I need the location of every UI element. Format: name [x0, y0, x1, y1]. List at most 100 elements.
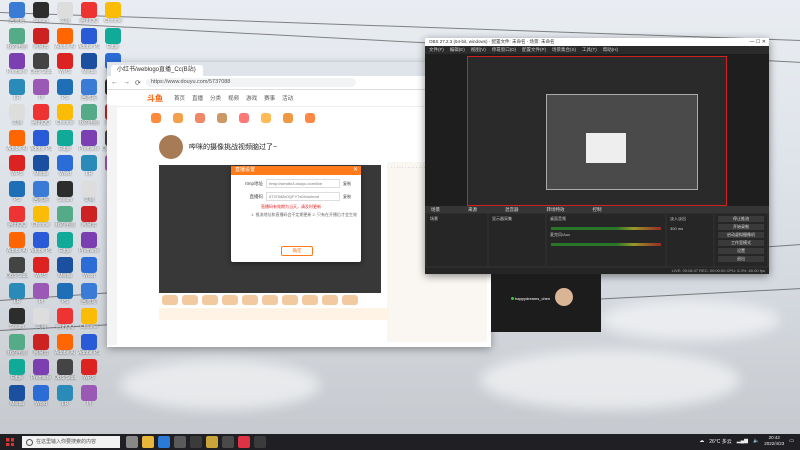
site-nav-item[interactable]: 视频	[228, 94, 239, 102]
obs-preview[interactable]	[467, 56, 727, 206]
desktop-icon[interactable]: LR	[6, 282, 28, 305]
desktop-icon[interactable]: PS	[54, 282, 76, 305]
desktop-icon[interactable]: Chrome	[30, 206, 52, 228]
gift-icon[interactable]	[342, 295, 358, 305]
desktop-icon[interactable]: Adobe PS	[78, 27, 100, 50]
desktop-icon[interactable]: 网易云	[78, 206, 100, 228]
desktop-icon[interactable]: 我的电脑	[78, 104, 100, 126]
desktop-icon[interactable]: 回收站	[78, 78, 100, 101]
desktop-icon[interactable]: 我的电脑	[6, 27, 28, 50]
desktop-icon[interactable]: Word	[78, 257, 100, 279]
desktop-icon[interactable]: Media	[30, 155, 52, 177]
virtual-camera-button[interactable]: 启动虚拟摄像机	[718, 232, 764, 238]
refresh-icon[interactable]: ⟳	[135, 79, 141, 87]
desktop-icon[interactable]: Adobe PS	[30, 129, 52, 152]
desktop-icon[interactable]: Media	[6, 384, 28, 407]
desktop-icon[interactable]: Edge	[6, 359, 28, 381]
windows-start-icon[interactable]	[6, 438, 14, 446]
scene-item[interactable]: 场景	[427, 214, 487, 224]
file-explorer-icon[interactable]	[142, 436, 154, 448]
menu-item[interactable]: 视图(V)	[471, 46, 486, 54]
desktop-icon[interactable]: 腾讯QQ	[78, 2, 100, 24]
confirm-button[interactable]: 确定	[281, 246, 313, 256]
browser-tab[interactable]: 小红书/weblogo直播_Cc(B站)	[111, 65, 203, 76]
app-icon[interactable]	[254, 436, 266, 448]
task-view-icon[interactable]	[126, 436, 138, 448]
notification-icon[interactable]: ▭	[789, 438, 794, 444]
desktop-icon[interactable]: 我的电脑	[54, 206, 76, 228]
desktop-icon[interactable]: WPS	[30, 257, 52, 279]
desktop-icon[interactable]: Pl	[78, 384, 100, 407]
desktop-icon[interactable]: LR	[78, 155, 100, 177]
desktop-icon[interactable]: 腾讯QQ	[30, 104, 52, 126]
gift-icon[interactable]	[222, 295, 238, 305]
desktop-icon[interactable]: Media	[54, 257, 76, 279]
avatar[interactable]	[159, 135, 183, 159]
stream-key-field[interactable]: 5737088rOQFY7s0Vwcteod	[266, 192, 340, 201]
site-nav-item[interactable]: 直播	[192, 94, 203, 102]
desktop-icon[interactable]: Word	[54, 155, 76, 177]
network-icon[interactable]: ▂▄▆	[737, 438, 748, 444]
menu-item[interactable]: 配置文件(P)	[522, 46, 546, 54]
desktop-icon[interactable]: 我的电脑	[6, 333, 28, 356]
desktop-icon[interactable]: PS	[6, 180, 28, 203]
desktop-icon[interactable]: Premiere	[78, 129, 100, 152]
exit-button[interactable]: 退出	[718, 256, 764, 262]
site-nav-item[interactable]: 游戏	[246, 94, 257, 102]
site-nav-item[interactable]: 赛事	[264, 94, 275, 102]
desktop-icon[interactable]: Steam	[54, 180, 76, 203]
desktop-icon[interactable]: Adobe PS	[78, 333, 100, 356]
app-icon[interactable]	[238, 436, 250, 448]
desktop-icon[interactable]: 文档	[54, 2, 76, 24]
edge-icon[interactable]	[158, 436, 170, 448]
desktop-icon[interactable]: Edge	[54, 231, 76, 254]
webcam-panel[interactable]: happydreams_chen	[491, 274, 601, 332]
desktop-icon[interactable]: 网易云	[30, 333, 52, 356]
menu-item[interactable]: 工具(T)	[582, 46, 597, 54]
gift-icon[interactable]	[182, 295, 198, 305]
desktop-icon[interactable]: WPS	[78, 359, 100, 381]
desktop-icon[interactable]: Edge	[54, 129, 76, 152]
settings-button[interactable]: 设置	[718, 248, 764, 254]
feature-icon[interactable]	[283, 113, 293, 123]
close-icon[interactable]: ✕	[353, 166, 358, 175]
desktop-icon[interactable]: LR	[6, 78, 28, 101]
desktop-icon[interactable]: WPS	[54, 53, 76, 75]
desktop-icon[interactable]: 腾讯QQ	[54, 308, 76, 330]
menu-item[interactable]: 编辑(E)	[450, 46, 465, 54]
copy-key-button[interactable]: 复制	[343, 194, 351, 200]
start-recording-button[interactable]: 开始录制	[718, 224, 764, 230]
rtmp-field[interactable]: rtmp://sendtc3.douyu.com/live	[266, 179, 340, 188]
desktop-icon[interactable]: Adobe AI	[6, 129, 28, 152]
desktop-icon[interactable]: 文档	[30, 308, 52, 330]
desktop-icon[interactable]: Adobe AI	[6, 231, 28, 254]
desktop-icon[interactable]: Adobe PS	[30, 231, 52, 254]
app-icon[interactable]	[174, 436, 186, 448]
desktop-icon[interactable]: Pl	[30, 282, 52, 305]
weather-text[interactable]: 26°C 多云	[709, 438, 732, 445]
site-nav-item[interactable]: 分类	[210, 94, 221, 102]
gift-icon[interactable]	[282, 295, 298, 305]
desktop-icon[interactable]: LR	[54, 384, 76, 407]
gift-icon[interactable]	[322, 295, 338, 305]
desktop-icon[interactable]: Edge	[102, 27, 124, 50]
copy-rtmp-button[interactable]: 复制	[343, 181, 351, 187]
menu-item[interactable]: 文件(F)	[429, 46, 444, 54]
desktop-icon[interactable]: 腾讯QQ	[6, 206, 28, 228]
menu-item[interactable]: 帮助(H)	[603, 46, 618, 54]
desktop-icon[interactable]: 回收站	[78, 282, 100, 305]
obs-icon[interactable]	[222, 436, 234, 448]
desktop-icon[interactable]: Adobe AI	[54, 27, 76, 50]
desktop-icon[interactable]: PS	[54, 78, 76, 101]
weather-icon[interactable]: ☁	[699, 438, 704, 444]
desktop-icon[interactable]: OBS Studio	[30, 53, 52, 75]
site-nav-item[interactable]: 首页	[174, 94, 185, 102]
forward-icon[interactable]: →	[123, 79, 130, 86]
desktop-icon[interactable]: WPS	[6, 155, 28, 177]
feature-icon[interactable]	[151, 113, 161, 123]
url-input[interactable]: https://www.douyu.com/5737088	[145, 78, 356, 87]
studio-mode-button[interactable]: 工作室模式	[718, 240, 764, 246]
desktop-icon[interactable]: Premiere	[6, 53, 28, 75]
feature-icon[interactable]	[239, 113, 249, 123]
desktop-icon[interactable]: Steam	[6, 308, 28, 330]
